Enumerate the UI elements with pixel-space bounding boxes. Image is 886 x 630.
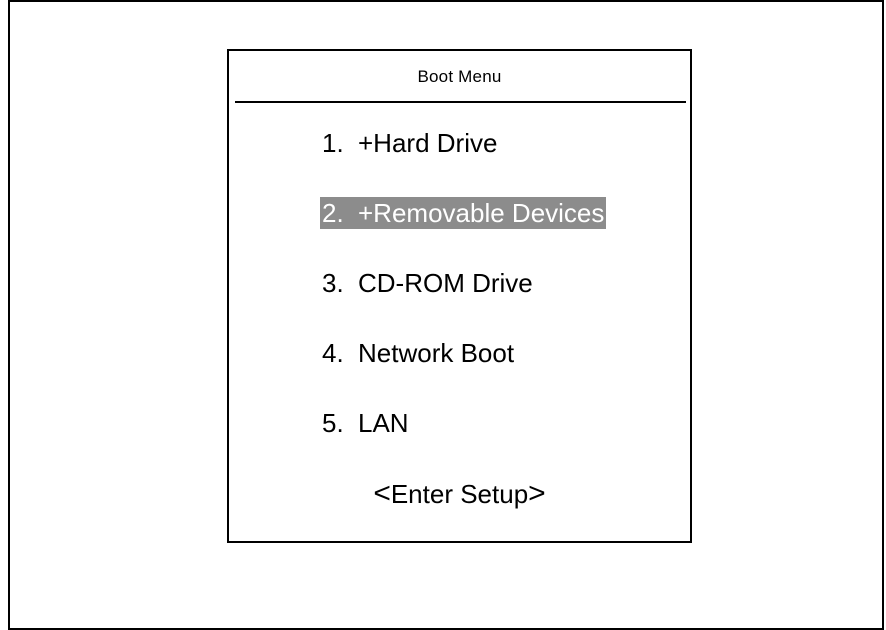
enter-setup-option[interactable]: <Enter Setup> <box>229 478 690 510</box>
boot-item-network-boot[interactable]: 4. Network Boot <box>322 337 606 407</box>
boot-item-number: 5. <box>322 408 344 438</box>
boot-item-text: 5. LAN <box>320 407 411 439</box>
enter-setup-label: Enter Setup <box>390 479 529 509</box>
title-divider <box>235 101 686 103</box>
boot-item-hard-drive[interactable]: 1. +Hard Drive <box>322 127 606 197</box>
boot-item-text: 3. CD-ROM Drive <box>320 267 535 299</box>
boot-item-label: Network Boot <box>358 338 515 368</box>
boot-item-lan[interactable]: 5. LAN <box>322 407 606 477</box>
boot-item-label: CD-ROM Drive <box>358 268 533 298</box>
boot-item-number: 2. <box>322 198 344 228</box>
boot-item-label: LAN <box>358 408 409 438</box>
close-angle-bracket: > <box>528 477 546 510</box>
boot-item-number: 3. <box>322 268 344 298</box>
open-angle-bracket: < <box>373 477 391 510</box>
boot-item-cd-rom-drive[interactable]: 3. CD-ROM Drive <box>322 267 606 337</box>
boot-item-number: 1. <box>322 128 344 158</box>
boot-item-text: 1. +Hard Drive <box>320 127 499 159</box>
boot-device-list: 1. +Hard Drive 2. +Removable Devices 3. CD-… <box>320 127 607 477</box>
boot-item-number: 4. <box>322 338 344 368</box>
boot-item-text: 2. +Removable Devices <box>320 197 607 229</box>
boot-item-label: +Hard Drive <box>358 128 498 158</box>
boot-item-text: 4. Network Boot <box>320 337 516 369</box>
boot-item-label: +Removable Devices <box>358 198 605 228</box>
boot-item-removable-devices[interactable]: 2. +Removable Devices <box>320 197 607 267</box>
boot-menu-dialog: Boot Menu 1. +Hard Drive 2. +Removable Dev… <box>227 49 692 543</box>
boot-menu-title: Boot Menu <box>417 67 502 86</box>
screen-frame: Boot Menu 1. +Hard Drive 2. +Removable Dev… <box>8 0 884 630</box>
